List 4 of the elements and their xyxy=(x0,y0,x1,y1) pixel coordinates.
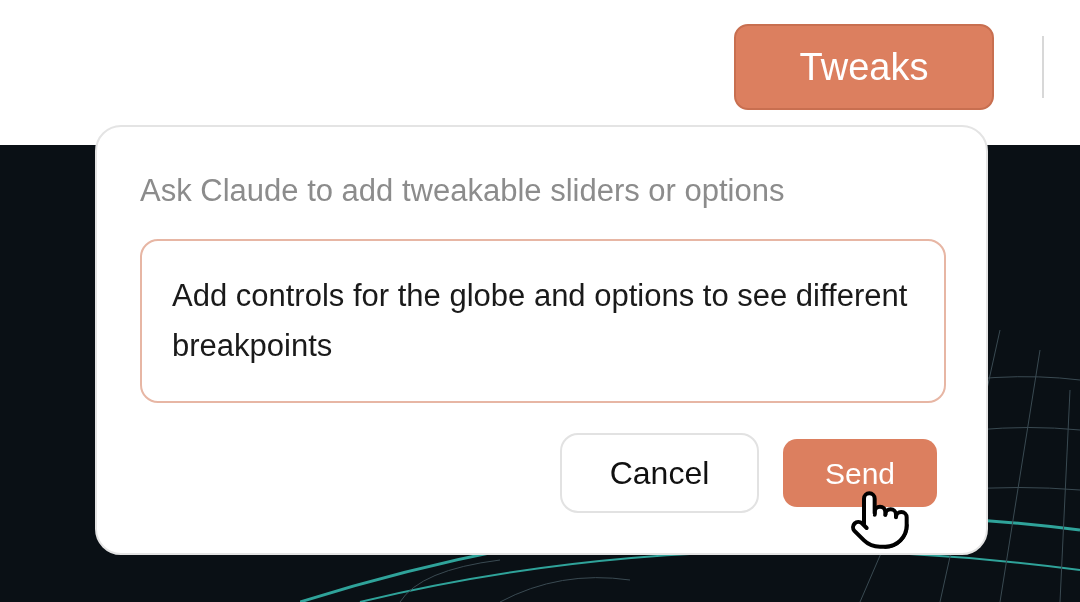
cancel-button[interactable]: Cancel xyxy=(560,433,759,513)
input-field[interactable]: Add controls for the globe and options to see different breakpoints xyxy=(140,239,946,403)
hand-pointer-icon xyxy=(848,488,912,552)
prompt-text: Ask Claude to add tweakable sliders or options xyxy=(140,172,786,210)
